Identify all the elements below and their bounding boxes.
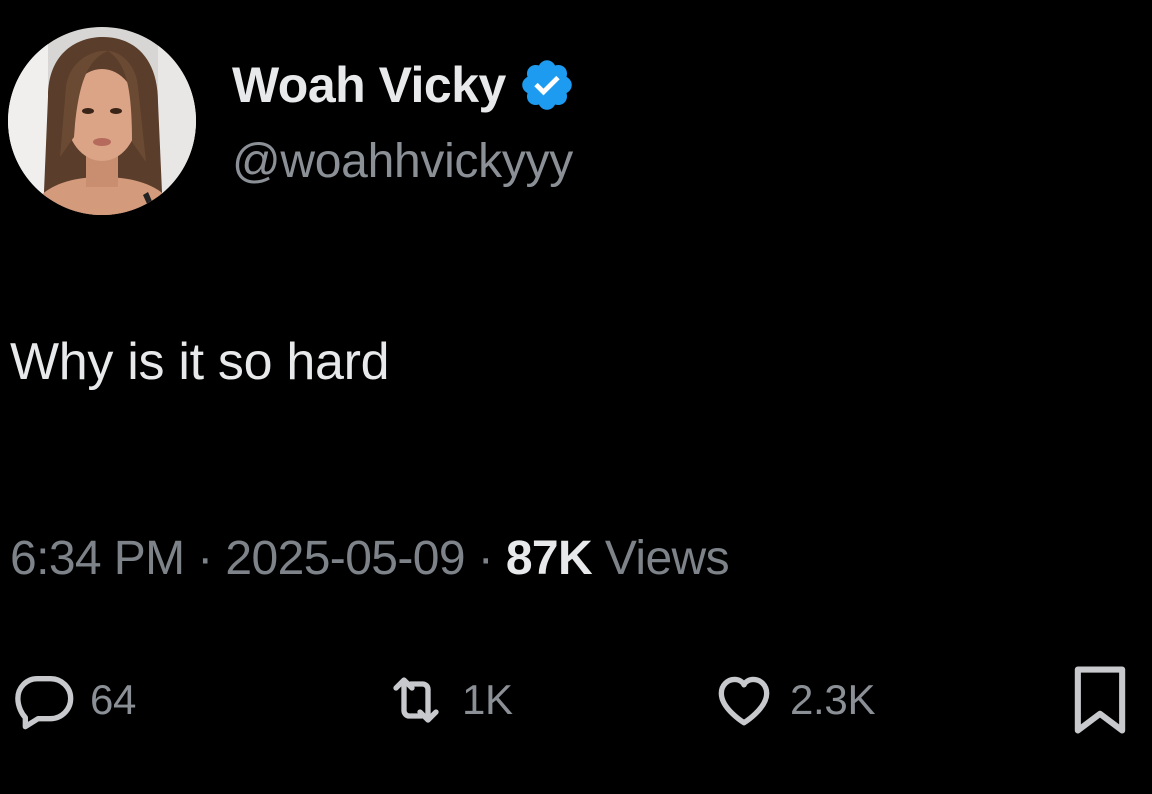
bookmark-icon [1074,666,1126,734]
tweet-text: Why is it so hard [10,333,390,391]
reply-button[interactable]: 64 [12,660,136,740]
verified-badge-icon [518,56,576,114]
author-name-row: Woah Vicky [232,50,576,120]
retweet-count: 1K [462,676,513,723]
tweet-card: Woah Vicky @woahhvickyyy Why is it so ha… [0,0,1152,794]
tweet-date[interactable]: 2025-05-09 [225,532,465,585]
action-bar: 64 1K 2.3K [0,660,1152,750]
views-label: Views [592,532,730,585]
author-handle[interactable]: @woahhvickyyy [232,138,573,186]
avatar[interactable] [8,27,196,215]
views-count: 87K [505,532,593,585]
like-count: 2.3K [790,676,876,723]
heart-icon [718,676,770,726]
meta-separator: · [184,532,226,585]
reply-count: 64 [90,676,137,723]
retweet-button[interactable]: 1K [384,660,513,740]
meta-separator: · [464,532,506,585]
tweet-time[interactable]: 6:34 PM [10,532,185,585]
retweet-icon [393,677,439,723]
bookmark-button[interactable] [1068,660,1132,740]
like-button[interactable]: 2.3K [712,660,876,740]
avatar-image [8,27,196,215]
tweet-meta: 6:34 PM · 2025-05-09 · 87K Views [10,532,730,585]
reply-icon [15,676,74,730]
display-name[interactable]: Woah Vicky [232,60,506,110]
